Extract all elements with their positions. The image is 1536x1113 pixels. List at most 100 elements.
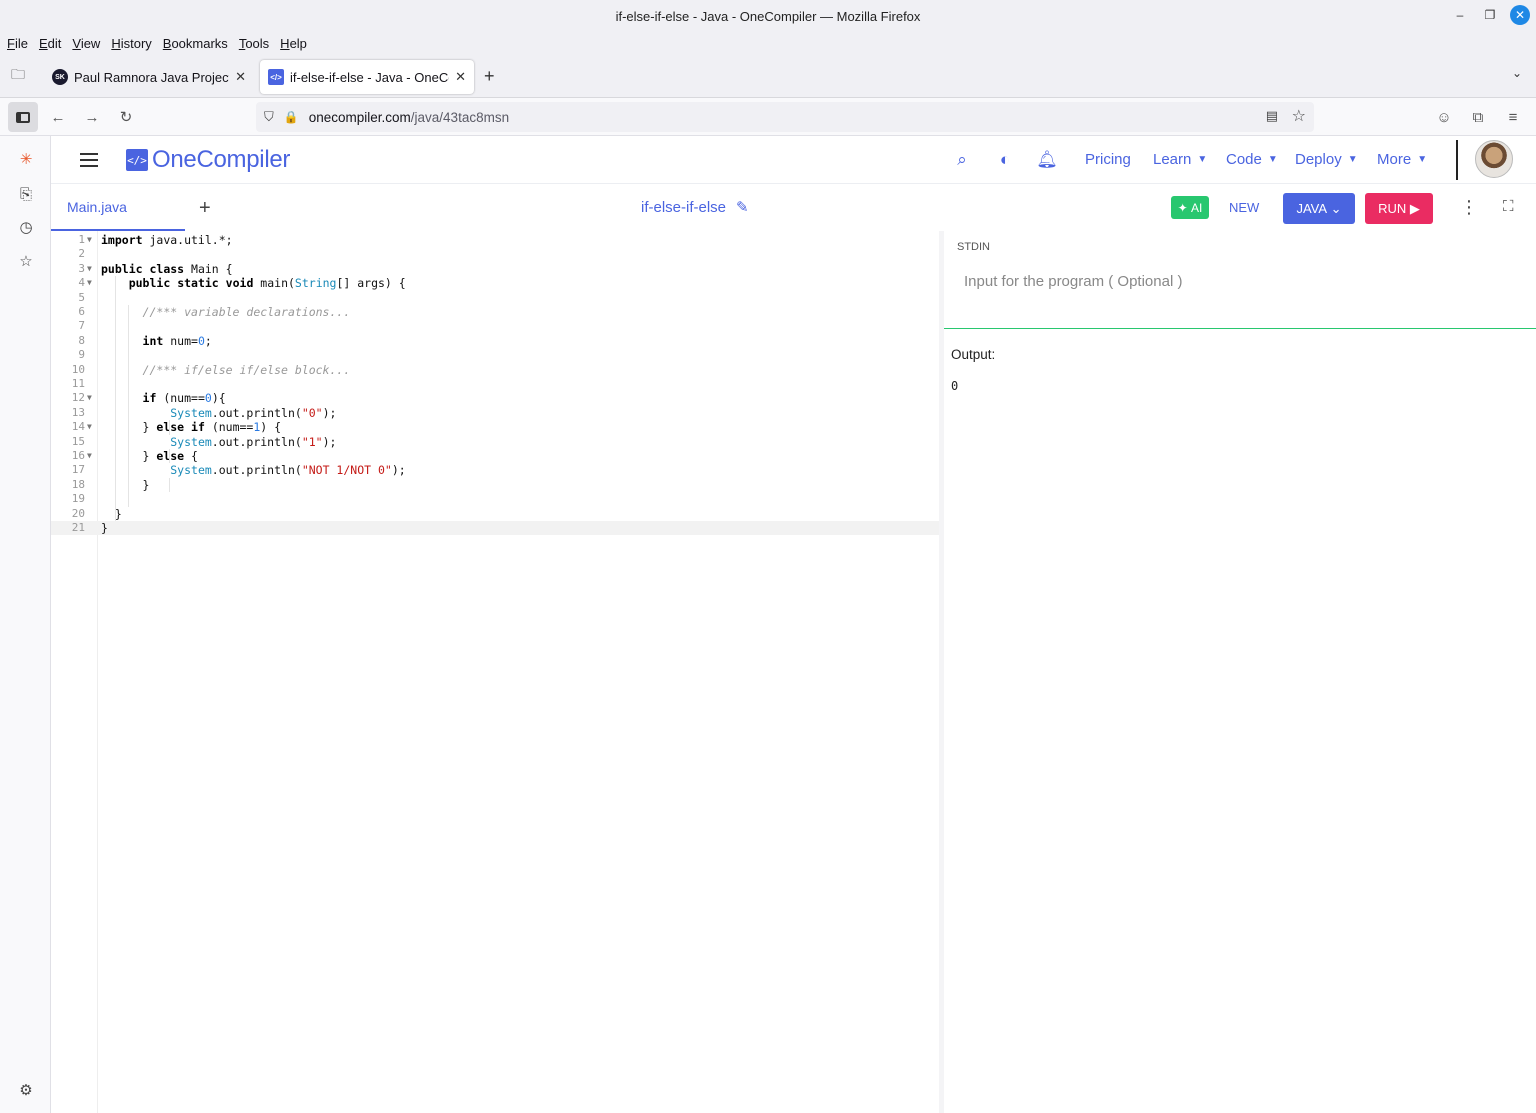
stdin-input[interactable]: Input for the program ( Optional ) (964, 273, 1182, 290)
fold-arrow-icon[interactable]: ▼ (87, 449, 92, 463)
file-tab-main-java[interactable]: Main.java (51, 185, 185, 231)
code-line[interactable]: 8 int num=0; (51, 334, 939, 348)
settings-gear-icon[interactable]: ⚙ (15, 1079, 37, 1101)
code-line[interactable]: 1 ▼ import java.util.*; (51, 233, 939, 247)
menu-file[interactable]: File (7, 36, 28, 51)
run-button[interactable]: RUN ▶ (1365, 193, 1433, 224)
code-line[interactable]: 13 System.out.println("0"); (51, 406, 939, 420)
code-editor[interactable]: 1 ▼ import java.util.*; 2 3 ▼ public class Mai… (51, 231, 939, 1113)
code-line[interactable]: 11 (51, 377, 939, 391)
code-line[interactable]: 15 System.out.println("1"); (51, 435, 939, 449)
code-line[interactable]: 7 (51, 319, 939, 333)
stdin-divider (944, 328, 1536, 329)
tab-paul-ramnora[interactable]: SK Paul Ramnora Java Project | ✕ (44, 60, 254, 94)
search-icon[interactable]: ⌕ (951, 149, 973, 171)
fold-arrow-icon[interactable]: ▼ (87, 420, 92, 434)
code-line[interactable]: 20 } (51, 507, 939, 521)
output-value: 0 (951, 379, 959, 393)
close-window-icon[interactable]: ✕ (1510, 5, 1530, 25)
nav-learn[interactable]: Learn ▼ (1153, 151, 1207, 168)
ai-button[interactable]: ✦ AI (1171, 196, 1209, 219)
hamburger-menu-icon[interactable] (80, 153, 98, 167)
url-bar[interactable]: ⛉ 🔒 onecompiler.com/java/43tac8msn ▤ ☆ (256, 102, 1314, 132)
nav-label: Pricing (1085, 151, 1131, 168)
reload-icon[interactable]: ↻ (115, 106, 137, 128)
forward-icon[interactable]: → (81, 106, 103, 128)
theme-toggle-icon[interactable]: ◐ (994, 149, 1016, 171)
language-select-button[interactable]: JAVA ⌄ (1283, 193, 1355, 224)
menu-bookmarks[interactable]: Bookmarks (163, 36, 228, 51)
code-text: if (num==0){ (142, 391, 226, 406)
edit-pencil-icon[interactable]: ✎ (736, 198, 749, 216)
new-button[interactable]: NEW (1229, 200, 1259, 215)
code-line[interactable]: 19 (51, 492, 939, 506)
code-line[interactable]: 4 ▼ public static void main(String[] args… (51, 276, 939, 290)
project-title[interactable]: if-else-if-else ✎ (641, 198, 749, 217)
code-line[interactable]: 3 ▼ public class Main { (51, 262, 939, 276)
indent-guide (169, 477, 170, 493)
restore-icon[interactable]: ❐ (1480, 5, 1500, 25)
tab-if-else[interactable]: </> if-else-if-else - Java - OneCo ✕ (260, 60, 474, 94)
new-tab-icon[interactable]: + (484, 66, 495, 87)
nav-more[interactable]: More ▼ (1377, 151, 1427, 168)
fold-arrow-icon[interactable]: ▼ (87, 233, 92, 247)
code-text: } (101, 477, 150, 492)
menu-view[interactable]: View (72, 36, 100, 51)
code-line[interactable]: 18 } (51, 478, 939, 492)
account-avatar-icon[interactable]: ☺ (1433, 106, 1455, 128)
history-icon[interactable]: ◷ (15, 216, 37, 238)
sidebar-toggle-icon[interactable] (8, 102, 38, 132)
fold-arrow-icon[interactable]: ▼ (87, 391, 92, 405)
close-tab-icon[interactable]: ✕ (235, 69, 246, 85)
notification-bell-icon[interactable]: 🔔︎ (1036, 149, 1058, 171)
nav-pricing[interactable]: Pricing (1085, 151, 1131, 168)
nav-code[interactable]: Code ▼ (1226, 151, 1278, 168)
chevron-down-icon: ▼ (1417, 154, 1428, 165)
menu-edit[interactable]: Edit (39, 36, 61, 51)
code-line[interactable]: 16 ▼ } else { (51, 449, 939, 463)
line-number: 19 (71, 492, 85, 506)
synced-tabs-icon[interactable]: ⎘ (15, 183, 37, 205)
fold-arrow-icon[interactable]: ▼ (87, 276, 92, 290)
onecompiler-logo[interactable]: </> OneCompiler (126, 146, 290, 174)
nav-deploy[interactable]: Deploy ▼ (1295, 151, 1358, 168)
close-tab-icon[interactable]: ✕ (455, 69, 466, 85)
code-line[interactable]: 12 ▼ if (num==0){ (51, 391, 939, 405)
code-line[interactable]: 9 (51, 348, 939, 362)
menu-tools[interactable]: Tools (239, 36, 269, 51)
back-icon[interactable]: ← (47, 106, 69, 128)
navigation-bar: ← → ↻ ⛉ 🔒 onecompiler.com/java/43tac8msn… (0, 98, 1536, 136)
app-menu-icon[interactable]: ≡ (1502, 106, 1524, 128)
user-avatar[interactable] (1475, 140, 1513, 178)
code-text: int num=0; (142, 333, 212, 348)
minimize-icon[interactable]: – (1450, 5, 1470, 25)
more-options-icon[interactable]: ⋮ (1460, 197, 1478, 218)
code-line[interactable]: 2 (51, 247, 939, 261)
lock-icon[interactable]: 🔒 (284, 110, 299, 124)
code-line[interactable]: 6 //*** variable declarations... (51, 305, 939, 319)
indent-guide (115, 276, 116, 521)
chevron-down-icon: ⌄ (1330, 200, 1342, 216)
code-line[interactable]: 21} (51, 521, 939, 536)
line-number: 4 (78, 276, 85, 290)
code-line[interactable]: 14 ▼ } else if (num==1) { (51, 420, 939, 434)
reader-view-icon[interactable]: ▤ (1266, 108, 1278, 124)
shield-icon[interactable]: ⛉ (264, 109, 274, 125)
line-number: 7 (78, 319, 85, 333)
add-file-icon[interactable]: + (199, 197, 211, 220)
line-number: 1 (78, 233, 85, 246)
language-label: JAVA (1296, 201, 1328, 216)
bookmark-star-icon[interactable]: ☆ (1292, 106, 1306, 126)
code-line[interactable]: 5 (51, 291, 939, 305)
firefox-view-icon[interactable]: 🗀 (8, 66, 28, 86)
menu-help[interactable]: Help (280, 36, 307, 51)
ai-chatbot-icon[interactable]: ✳ (15, 148, 37, 170)
extensions-icon[interactable]: ⧉ (1467, 106, 1489, 128)
fold-arrow-icon[interactable]: ▼ (87, 262, 92, 276)
code-line[interactable]: 10 //*** if/else if/else block... (51, 363, 939, 377)
fullscreen-icon[interactable]: ⛶ (1503, 198, 1514, 215)
list-all-tabs-icon[interactable]: ⌄ (1512, 66, 1522, 80)
menu-history[interactable]: History (111, 36, 151, 51)
code-line[interactable]: 17 System.out.println("NOT 1/NOT 0"); (51, 463, 939, 477)
bookmarks-icon[interactable]: ☆ (15, 250, 37, 272)
